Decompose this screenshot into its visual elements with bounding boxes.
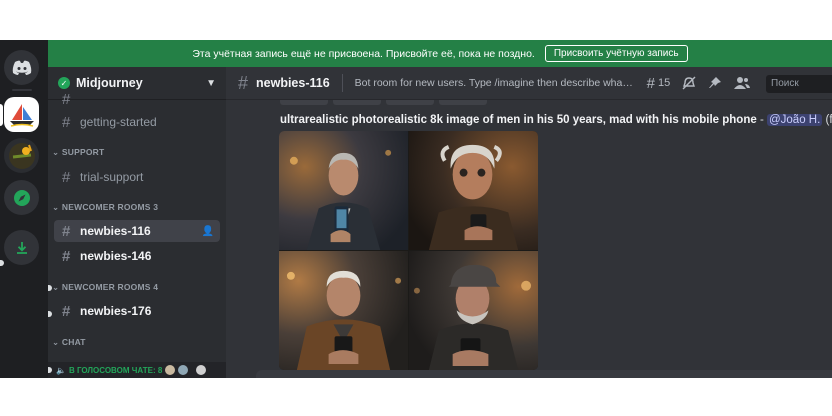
- discord-window: Эта учётная запись ещё не присвоена. При…: [0, 40, 832, 378]
- server-name: Midjourney: [76, 76, 143, 90]
- channel-item-partial[interactable]: #: [54, 94, 220, 104]
- server-rail: [0, 40, 48, 378]
- discord-home-button[interactable]: [4, 50, 39, 85]
- generated-image-2[interactable]: [409, 131, 538, 250]
- channel-item-trial-support[interactable]: # trial-support: [54, 166, 220, 188]
- category-label: NEWCOMER ROOMS 4: [61, 282, 159, 292]
- generated-image-3[interactable]: [279, 251, 408, 370]
- channel-label: newbies-116: [80, 224, 151, 238]
- hash-icon: #: [62, 168, 71, 186]
- pin-icon: [709, 77, 722, 88]
- avatar: [178, 365, 189, 375]
- category-label: NEWCOMER ROOMS 3: [61, 202, 159, 212]
- threads-hash-icon: #: [62, 302, 71, 320]
- portrait-man-cap-icon: [409, 251, 538, 370]
- download-icon: [16, 241, 27, 254]
- member-list-button[interactable]: [734, 76, 751, 90]
- selected-server-indicator: [0, 104, 3, 126]
- generation-speed: (fast): [825, 114, 832, 126]
- channel-item-newbies-146[interactable]: # newbies-146: [54, 245, 220, 267]
- threads-hash-icon: #: [238, 72, 249, 93]
- generated-image-1[interactable]: [279, 131, 408, 250]
- chevron-down-icon: ▼: [206, 77, 216, 89]
- portrait-man-glasses-icon: [409, 131, 538, 250]
- channel-label: getting-started: [80, 115, 157, 129]
- channel-header: # newbies-116 Bot room for new users. Ty…: [226, 67, 832, 100]
- rail-separator: [12, 89, 32, 91]
- voice-chat-status[interactable]: 🔈 В ГОЛОСОВОМ ЧАТЕ: 8: [48, 362, 226, 378]
- previous-message-fragment: [280, 100, 328, 105]
- category-newcomer-rooms-3[interactable]: ⌄ NEWCOMER ROOMS 3: [52, 202, 158, 213]
- channel-label: newbies-176: [80, 304, 152, 318]
- message-separator: -: [756, 114, 767, 126]
- message-composer[interactable]: [256, 370, 832, 378]
- pinned-messages-button[interactable]: [708, 76, 722, 90]
- channel-label: trial-support: [80, 170, 144, 184]
- header-divider: [341, 74, 343, 92]
- channel-title: newbies-116: [256, 76, 330, 90]
- generated-image-4[interactable]: [409, 251, 538, 370]
- threads-count: 15: [658, 77, 671, 89]
- banner-text: Эта учётная запись ещё не присвоена. При…: [192, 47, 535, 60]
- channel-topic[interactable]: Bot room for new users. Type /imagine th…: [355, 77, 635, 89]
- channel-sidebar: ✓ Midjourney ▼ # # getting-started ⌄ SUP…: [48, 67, 226, 378]
- explore-icon: [13, 189, 30, 206]
- midjourney-server-button[interactable]: [4, 97, 39, 132]
- discord-icon: [12, 60, 31, 75]
- portrait-man-suit-icon: [279, 131, 408, 250]
- message-prompt: ultrarealistic photorealistic 8k image o…: [280, 114, 757, 126]
- claim-account-button[interactable]: Присвоить учётную запись: [544, 45, 688, 62]
- previous-message-fragment: [386, 100, 434, 105]
- category-newcomer-rooms-4[interactable]: ⌄ NEWCOMER ROOMS 4: [52, 282, 158, 293]
- invite-icon[interactable]: 👤: [202, 226, 214, 237]
- avatar: [165, 365, 176, 375]
- category-support[interactable]: ⌄ SUPPORT: [52, 147, 104, 158]
- verified-check-icon: ✓: [58, 77, 70, 89]
- threads-button[interactable]: # 15: [647, 75, 671, 92]
- midjourney-server-icon: [9, 103, 34, 127]
- user-mention[interactable]: @João H.: [766, 114, 823, 126]
- previous-message-fragment: [333, 100, 381, 105]
- server-button[interactable]: [4, 138, 39, 173]
- generated-image-grid[interactable]: [279, 131, 538, 370]
- speaker-icon: 🔈: [56, 365, 66, 375]
- mute-button[interactable]: [682, 76, 696, 90]
- avatar: [196, 365, 207, 375]
- category-chat[interactable]: ⌄ CHAT: [52, 337, 86, 348]
- voice-status-label: В ГОЛОСОВОМ ЧАТЕ: 8: [68, 365, 163, 375]
- previous-message-fragment: [439, 100, 487, 105]
- bot-message: ultrarealistic photorealistic 8k image o…: [280, 114, 832, 126]
- category-label: CHAT: [61, 337, 86, 347]
- hash-icon: #: [62, 94, 71, 104]
- threads-hash-icon: #: [62, 222, 71, 240]
- download-apps-button[interactable]: [4, 230, 39, 265]
- server-icon: [8, 142, 35, 169]
- search-input[interactable]: Поиск: [766, 75, 832, 93]
- channel-label: newbies-146: [80, 249, 152, 263]
- channel-item-getting-started[interactable]: # getting-started: [54, 111, 220, 133]
- channel-item-newbies-176[interactable]: # newbies-176: [54, 300, 220, 322]
- threads-icon: #: [646, 74, 656, 92]
- hash-icon: #: [62, 113, 71, 131]
- channel-item-newbies-116[interactable]: # newbies-116 👤: [54, 220, 220, 242]
- portrait-man-jacket-icon: [279, 251, 408, 370]
- explore-button[interactable]: [4, 180, 39, 215]
- threads-hash-icon: #: [62, 247, 71, 265]
- unclaimed-account-banner: Эта учётная запись ещё не присвоена. При…: [48, 40, 832, 67]
- mute-icon: [682, 76, 696, 90]
- category-label: SUPPORT: [61, 147, 105, 157]
- members-icon: [734, 77, 751, 89]
